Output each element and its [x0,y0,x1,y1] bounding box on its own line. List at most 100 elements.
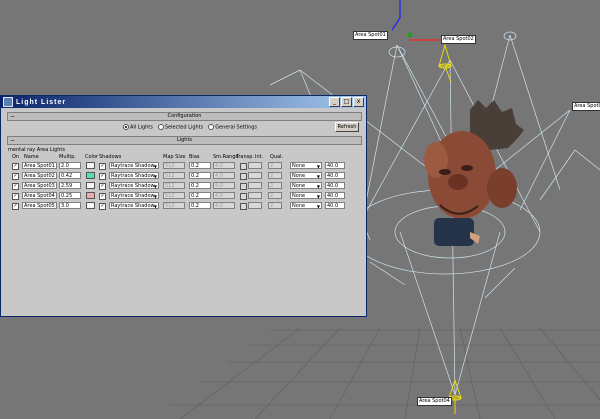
lights-title: Lights [176,137,193,143]
color-swatch[interactable] [86,172,95,179]
dropdown-arrow-icon: ▼ [153,164,157,169]
maximize-button[interactable]: □ [341,97,352,107]
close-button[interactable]: x [353,97,364,107]
header-transp: Transp. [236,154,254,160]
on-checkbox[interactable]: ✓ [12,183,19,190]
multiplier-spinner[interactable]: 0.25 [59,192,81,199]
window-titlebar[interactable]: Light Lister _ □ x [1,96,366,108]
multiplier-spinner[interactable]: 2.0 [59,162,81,169]
decay-dropdown[interactable]: None ▼ [290,172,322,179]
minimize-button[interactable]: _ [329,97,340,107]
refresh-button[interactable]: Refresh [335,122,359,132]
transparency-checkbox[interactable] [240,193,247,200]
dropdown-arrow-icon: ▼ [153,194,157,199]
decay-value-spinner[interactable]: 40.0 [325,172,345,179]
configuration-title: Configuration [167,113,202,119]
light-row: ✓ Area Spot02 0.42 ✓ Raytrace Shadow ▼ 512 0.2 4… [7,172,357,181]
light-row: ✓ Area Spot05 3.0 ✓ Raytrace Shadow ▼ 512 0.2 4.… [7,202,357,211]
on-checkbox[interactable]: ✓ [12,193,19,200]
sm-range-spinner[interactable]: 4.0 [213,182,235,189]
light-name-field[interactable]: Area Spot01 [22,162,57,169]
transparency-checkbox[interactable] [240,183,247,190]
qual-spinner[interactable]: 2 [268,202,282,209]
sm-range-spinner[interactable]: 4.0 [213,162,235,169]
qual-spinner[interactable]: 2 [268,172,282,179]
map-size-spinner[interactable]: 512 [163,162,185,169]
sm-range-spinner[interactable]: 4.0 [213,172,235,179]
multiplier-spinner[interactable]: 2.59 [59,182,81,189]
int-spinner[interactable] [248,192,262,199]
sm-range-spinner[interactable]: 4.0 [213,192,235,199]
shadows-checkbox[interactable]: ✓ [99,203,106,210]
on-checkbox[interactable]: ✓ [12,203,19,210]
transparency-checkbox[interactable] [240,203,247,210]
bias-spinner[interactable]: 0.2 [189,182,211,189]
dropdown-arrow-icon: ▼ [316,174,320,179]
map-size-spinner[interactable]: 512 [163,192,185,199]
bias-spinner[interactable]: 0.2 [189,192,211,199]
lights-rollout[interactable]: − Lights [7,136,362,145]
color-swatch[interactable] [86,182,95,189]
decay-dropdown[interactable]: None ▼ [290,192,322,199]
shadow-type-dropdown[interactable]: Raytrace Shadow ▼ [109,202,159,209]
collapse-icon: − [10,137,16,144]
transparency-checkbox[interactable] [240,173,247,180]
shadows-checkbox[interactable]: ✓ [99,173,106,180]
decay-dropdown[interactable]: None ▼ [290,182,322,189]
int-spinner[interactable] [248,172,262,179]
decay-dropdown[interactable]: None ▼ [290,162,322,169]
decay-value-spinner[interactable]: 40.0 [325,162,345,169]
qual-spinner[interactable]: 2 [268,192,282,199]
radio-general-settings[interactable]: General Settings [208,124,257,131]
transparency-checkbox[interactable] [240,163,247,170]
multiplier-spinner[interactable]: 0.42 [59,172,81,179]
light-name-field[interactable]: Area Spot02 [22,172,57,179]
bias-spinner[interactable]: 0.2 [189,172,211,179]
shadows-checkbox[interactable]: ✓ [99,183,106,190]
dropdown-arrow-icon: ▼ [316,184,320,189]
header-on: On [12,154,20,160]
configuration-rollout[interactable]: − Configuration [7,112,362,121]
int-spinner[interactable] [248,202,262,209]
bias-spinner[interactable]: 0.2 [189,162,211,169]
header-color: Color [85,154,99,160]
on-checkbox[interactable]: ✓ [12,173,19,180]
multiplier-spinner[interactable]: 3.0 [59,202,81,209]
viewport-label-spot02: Area Spot02 [441,35,476,44]
shadows-checkbox[interactable]: ✓ [99,163,106,170]
map-size-spinner[interactable]: 512 [163,202,185,209]
light-name-field[interactable]: Area Spot05 [22,202,57,209]
radio-selected-lights[interactable]: Selected Lights [157,124,203,131]
bias-spinner[interactable]: 0.2 [189,202,211,209]
light-row: ✓ Area Spot03 2.59 ✓ Raytrace Shadow ▼ 512 0.2 4… [7,182,357,191]
light-name-field[interactable]: Area Spot03 [22,182,57,189]
viewport-label-spot01: Area Spot01 [353,31,388,40]
qual-spinner[interactable]: 2 [268,182,282,189]
color-swatch[interactable] [86,202,95,209]
dropdown-arrow-icon: ▼ [153,174,157,179]
group-label: mental ray Area Lights [8,147,65,153]
decay-value-spinner[interactable]: 40.0 [325,202,345,209]
shadow-type-dropdown[interactable]: Raytrace Shadow ▼ [109,192,159,199]
color-swatch[interactable] [86,162,95,169]
color-swatch[interactable] [86,192,95,199]
header-bias: Bias [189,154,200,160]
light-name-field[interactable]: Area Spot04 [22,192,57,199]
decay-dropdown[interactable]: None ▼ [290,202,322,209]
decay-value-spinner[interactable]: 40.0 [325,192,345,199]
map-size-spinner[interactable]: 512 [163,182,185,189]
int-spinner[interactable] [248,162,262,169]
map-size-spinner[interactable]: 512 [163,172,185,179]
sm-range-spinner[interactable]: 4.0 [213,202,235,209]
shadow-type-dropdown[interactable]: Raytrace Shadow ▼ [109,182,159,189]
shadow-type-dropdown[interactable]: Raytrace Shadow ▼ [109,162,159,169]
radio-all-lights[interactable]: All Lights [123,124,153,131]
on-checkbox[interactable]: ✓ [12,163,19,170]
qual-spinner[interactable]: 2 [268,162,282,169]
dropdown-arrow-icon: ▼ [316,164,320,169]
shadows-checkbox[interactable]: ✓ [99,193,106,200]
shadow-type-dropdown[interactable]: Raytrace Shadow ▼ [109,172,159,179]
int-spinner[interactable] [248,182,262,189]
decay-value-spinner[interactable]: 40.0 [325,182,345,189]
window-title: Light Lister [16,98,67,106]
